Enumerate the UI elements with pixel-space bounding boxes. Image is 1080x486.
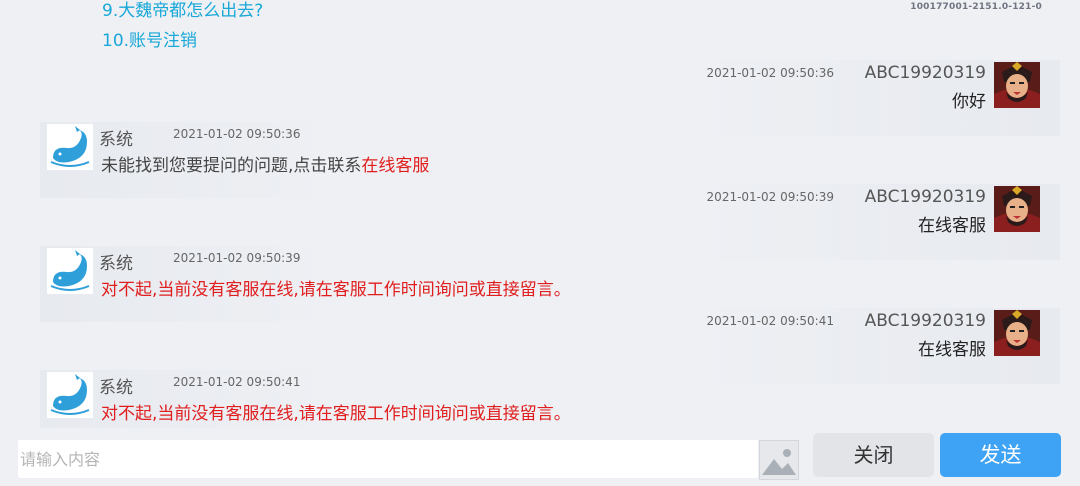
image-upload-button[interactable] [759, 440, 799, 480]
message-text: 未能找到您要提问的问题,点击联系在线客服 [101, 151, 429, 176]
message-sender: ABC19920319 [864, 187, 986, 207]
message-time: 2021-01-02 09:50:39 [173, 251, 301, 265]
message-text-prefix: 未能找到您要提问的问题,点击联系 [101, 156, 362, 176]
image-icon [760, 441, 798, 479]
faq-item-10[interactable]: 10.账号注销 [102, 26, 197, 51]
message-text: 在线客服 [918, 216, 986, 236]
whale-avatar [47, 372, 93, 418]
message-sender: 系统 [99, 130, 133, 150]
message-time: 2021-01-02 09:50:41 [173, 375, 301, 389]
message-time: 2021-01-02 09:50:41 [706, 314, 834, 328]
warrior-avatar [994, 310, 1040, 356]
message-time: 2021-01-02 09:50:36 [706, 66, 834, 80]
message-sender: ABC19920319 [864, 311, 986, 331]
close-button[interactable]: 关闭 [813, 433, 934, 477]
whale-avatar [47, 124, 93, 170]
message-text: 你好 [952, 92, 986, 112]
online-service-link[interactable]: 在线客服 [361, 156, 429, 176]
whale-avatar [47, 248, 93, 294]
faq-item-9[interactable]: 9.大魏帝都怎么出去? [102, 0, 263, 21]
message-sender: 系统 [99, 254, 133, 274]
message-input-box[interactable] [18, 440, 758, 478]
message-time: 2021-01-02 09:50:39 [706, 190, 834, 204]
version-id: 100177001-2151.0-121-0 [910, 2, 1042, 12]
warrior-avatar [994, 186, 1040, 232]
warrior-avatar [994, 62, 1040, 108]
message-text: 对不起,当前没有客服在线,请在客服工作时间询问或直接留言。 [101, 404, 571, 424]
send-button[interactable]: 发送 [940, 433, 1061, 477]
message-text: 对不起,当前没有客服在线,请在客服工作时间询问或直接留言。 [101, 280, 571, 300]
message-sender: 系统 [99, 378, 133, 398]
message-time: 2021-01-02 09:50:36 [173, 127, 301, 141]
message-input[interactable] [18, 440, 740, 478]
message-text: 在线客服 [918, 340, 986, 360]
message-sender: ABC19920319 [864, 63, 986, 83]
